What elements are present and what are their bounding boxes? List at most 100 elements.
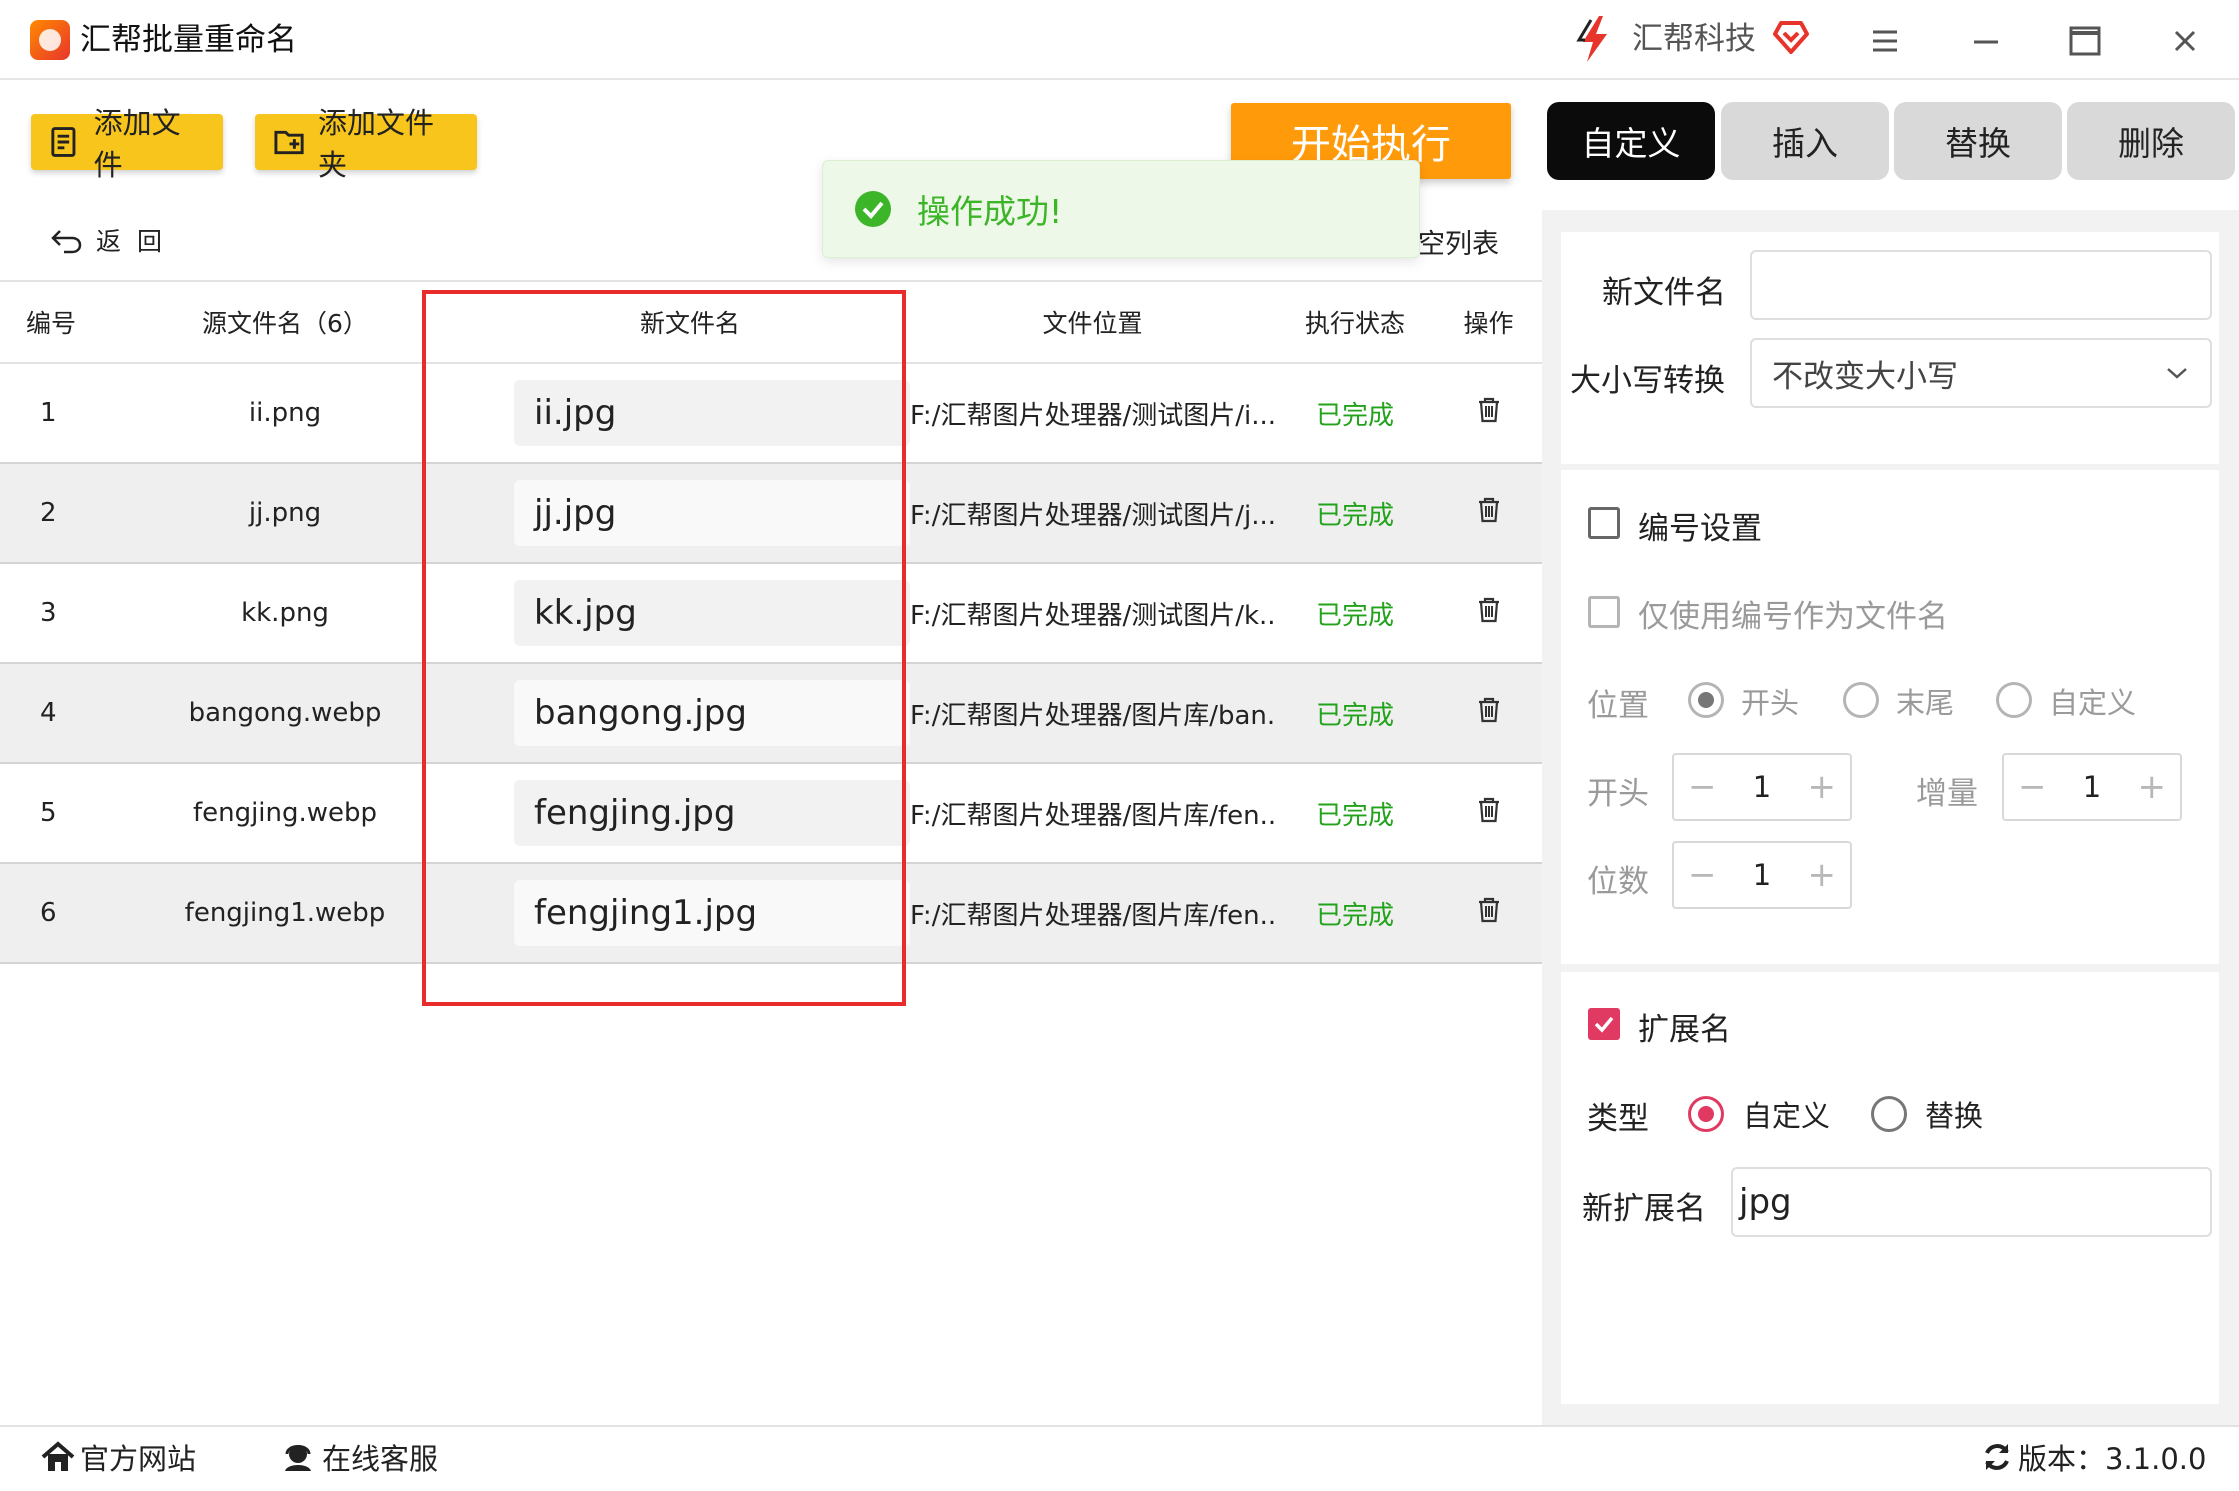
row-number: 1 bbox=[40, 398, 57, 428]
vip-heart-icon[interactable] bbox=[1772, 18, 1810, 56]
new-ext-label: 新扩展名 bbox=[1582, 1191, 1706, 1227]
row-source-name: bangong.webp bbox=[188, 698, 382, 728]
type-custom-label: 自定义 bbox=[1743, 1099, 1831, 1133]
row-number: 6 bbox=[40, 898, 57, 928]
trash-icon[interactable] bbox=[1476, 496, 1502, 524]
minimize-icon[interactable] bbox=[1965, 20, 2007, 62]
row-location: F:/汇帮图片处理器/图片库/fen... bbox=[910, 800, 1275, 831]
trash-icon[interactable] bbox=[1476, 396, 1502, 424]
position-custom-radio[interactable] bbox=[1996, 682, 2032, 718]
plus-icon[interactable]: + bbox=[1807, 767, 1836, 807]
new-name-label: 新文件名 bbox=[1602, 275, 1726, 311]
row-status: 已完成 bbox=[1315, 900, 1394, 931]
home-icon bbox=[41, 1441, 75, 1471]
row-source-name: ii.png bbox=[248, 398, 322, 428]
position-end-label: 末尾 bbox=[1896, 686, 1955, 720]
start-label: 开头 bbox=[1587, 776, 1649, 812]
row-status: 已完成 bbox=[1315, 400, 1394, 431]
increment-label: 增量 bbox=[1916, 776, 1978, 812]
row-number: 5 bbox=[40, 798, 57, 828]
new-name-highlight-box bbox=[422, 290, 906, 1006]
header-num: 编号 bbox=[26, 309, 77, 338]
header-location: 文件位置 bbox=[1042, 309, 1143, 338]
row-status: 已完成 bbox=[1315, 500, 1394, 531]
back-label: 返 回 bbox=[96, 227, 166, 256]
clear-list-button[interactable]: 空列表 bbox=[1418, 222, 1499, 261]
row-source-name: fengjing1.webp bbox=[184, 898, 386, 928]
header-source: 源文件名（6） bbox=[202, 309, 368, 338]
type-custom-radio[interactable] bbox=[1688, 1096, 1724, 1132]
row-status: 已完成 bbox=[1315, 600, 1394, 631]
digits-label: 位数 bbox=[1587, 864, 1649, 900]
minus-icon[interactable]: − bbox=[2018, 767, 2047, 807]
tab-delete[interactable]: 删除 bbox=[2067, 102, 2235, 180]
case-select[interactable]: 不改变大小写 bbox=[1750, 338, 2212, 408]
row-location: F:/汇帮图片处理器/测试图片/k... bbox=[910, 600, 1275, 631]
version-label: 版本：3.1.0.0 bbox=[2018, 1442, 2207, 1476]
extension-label: 扩展名 bbox=[1638, 1012, 1731, 1048]
type-replace-label: 替换 bbox=[1925, 1099, 1984, 1133]
position-start-radio[interactable] bbox=[1688, 682, 1724, 718]
online-support-link[interactable]: 在线客服 bbox=[280, 1436, 438, 1478]
start-value: 1 bbox=[1752, 770, 1772, 804]
only-number-label: 仅使用编号作为文件名 bbox=[1638, 599, 1948, 635]
trash-icon[interactable] bbox=[1476, 596, 1502, 624]
menu-icon[interactable] bbox=[1864, 20, 1906, 62]
maximize-icon[interactable] bbox=[2064, 20, 2106, 62]
headset-icon bbox=[285, 1445, 311, 1471]
digits-stepper[interactable]: − 1 + bbox=[1672, 841, 1852, 909]
start-stepper[interactable]: − 1 + bbox=[1672, 753, 1852, 821]
row-action bbox=[1435, 896, 1542, 931]
trash-icon[interactable] bbox=[1476, 796, 1502, 824]
tab-insert[interactable]: 插入 bbox=[1721, 102, 1889, 180]
toast-message: 操作成功! bbox=[917, 192, 1063, 231]
row-location: F:/汇帮图片处理器/测试图片/j... bbox=[910, 500, 1275, 531]
type-replace-radio[interactable] bbox=[1871, 1096, 1907, 1132]
extension-checkbox[interactable] bbox=[1588, 1008, 1620, 1040]
row-action bbox=[1435, 596, 1542, 631]
plus-icon[interactable]: + bbox=[2137, 767, 2166, 807]
app-logo-icon bbox=[30, 20, 70, 60]
only-number-checkbox[interactable] bbox=[1588, 596, 1620, 628]
increment-stepper[interactable]: − 1 + bbox=[2002, 753, 2182, 821]
back-button[interactable]: 返 回 bbox=[50, 222, 166, 258]
chevron-down-icon bbox=[2167, 368, 2187, 379]
case-label: 大小写转换 bbox=[1570, 363, 1725, 399]
success-check-icon bbox=[855, 191, 891, 227]
add-folder-button[interactable]: 添加文件夹 bbox=[255, 106, 477, 182]
digits-value: 1 bbox=[1752, 858, 1772, 892]
row-action bbox=[1435, 396, 1542, 431]
app-title: 汇帮批量重命名 bbox=[80, 22, 297, 58]
tab-custom[interactable]: 自定义 bbox=[1547, 102, 1715, 180]
plus-icon[interactable]: + bbox=[1807, 855, 1836, 895]
tab-replace[interactable]: 替换 bbox=[1894, 102, 2062, 180]
minus-icon[interactable]: − bbox=[1688, 767, 1717, 807]
trash-icon[interactable] bbox=[1476, 696, 1502, 724]
position-end-radio[interactable] bbox=[1843, 682, 1879, 718]
row-status: 已完成 bbox=[1315, 700, 1394, 731]
back-arrow-icon bbox=[51, 230, 82, 254]
trash-icon[interactable] bbox=[1476, 896, 1502, 924]
row-number: 3 bbox=[40, 598, 57, 628]
increment-value: 1 bbox=[2082, 770, 2102, 804]
version-info: 版本：3.1.0.0 bbox=[1980, 1436, 2206, 1478]
new-name-input[interactable] bbox=[1750, 250, 2212, 320]
case-select-value: 不改变大小写 bbox=[1772, 358, 1958, 395]
add-folder-icon bbox=[274, 130, 304, 155]
row-source-name: kk.png bbox=[241, 598, 329, 628]
add-file-button[interactable]: 添加文件 bbox=[31, 106, 223, 182]
official-website-label: 官方网站 bbox=[80, 1442, 197, 1476]
refresh-icon bbox=[1985, 1444, 2009, 1470]
add-folder-label: 添加文件夹 bbox=[318, 106, 435, 182]
row-number: 4 bbox=[40, 698, 57, 728]
position-custom-label: 自定义 bbox=[2049, 686, 2137, 720]
minus-icon[interactable]: − bbox=[1688, 855, 1717, 895]
close-icon[interactable] bbox=[2164, 20, 2206, 62]
position-start-label: 开头 bbox=[1741, 686, 1800, 720]
type-label: 类型 bbox=[1587, 1101, 1649, 1137]
brand-name: 汇帮科技 bbox=[1632, 21, 1756, 57]
numbering-checkbox[interactable] bbox=[1588, 507, 1620, 539]
official-website-link[interactable]: 官方网站 bbox=[40, 1436, 196, 1478]
new-ext-input[interactable]: jpg bbox=[1731, 1167, 2212, 1237]
success-toast: 操作成功! bbox=[822, 160, 1420, 258]
